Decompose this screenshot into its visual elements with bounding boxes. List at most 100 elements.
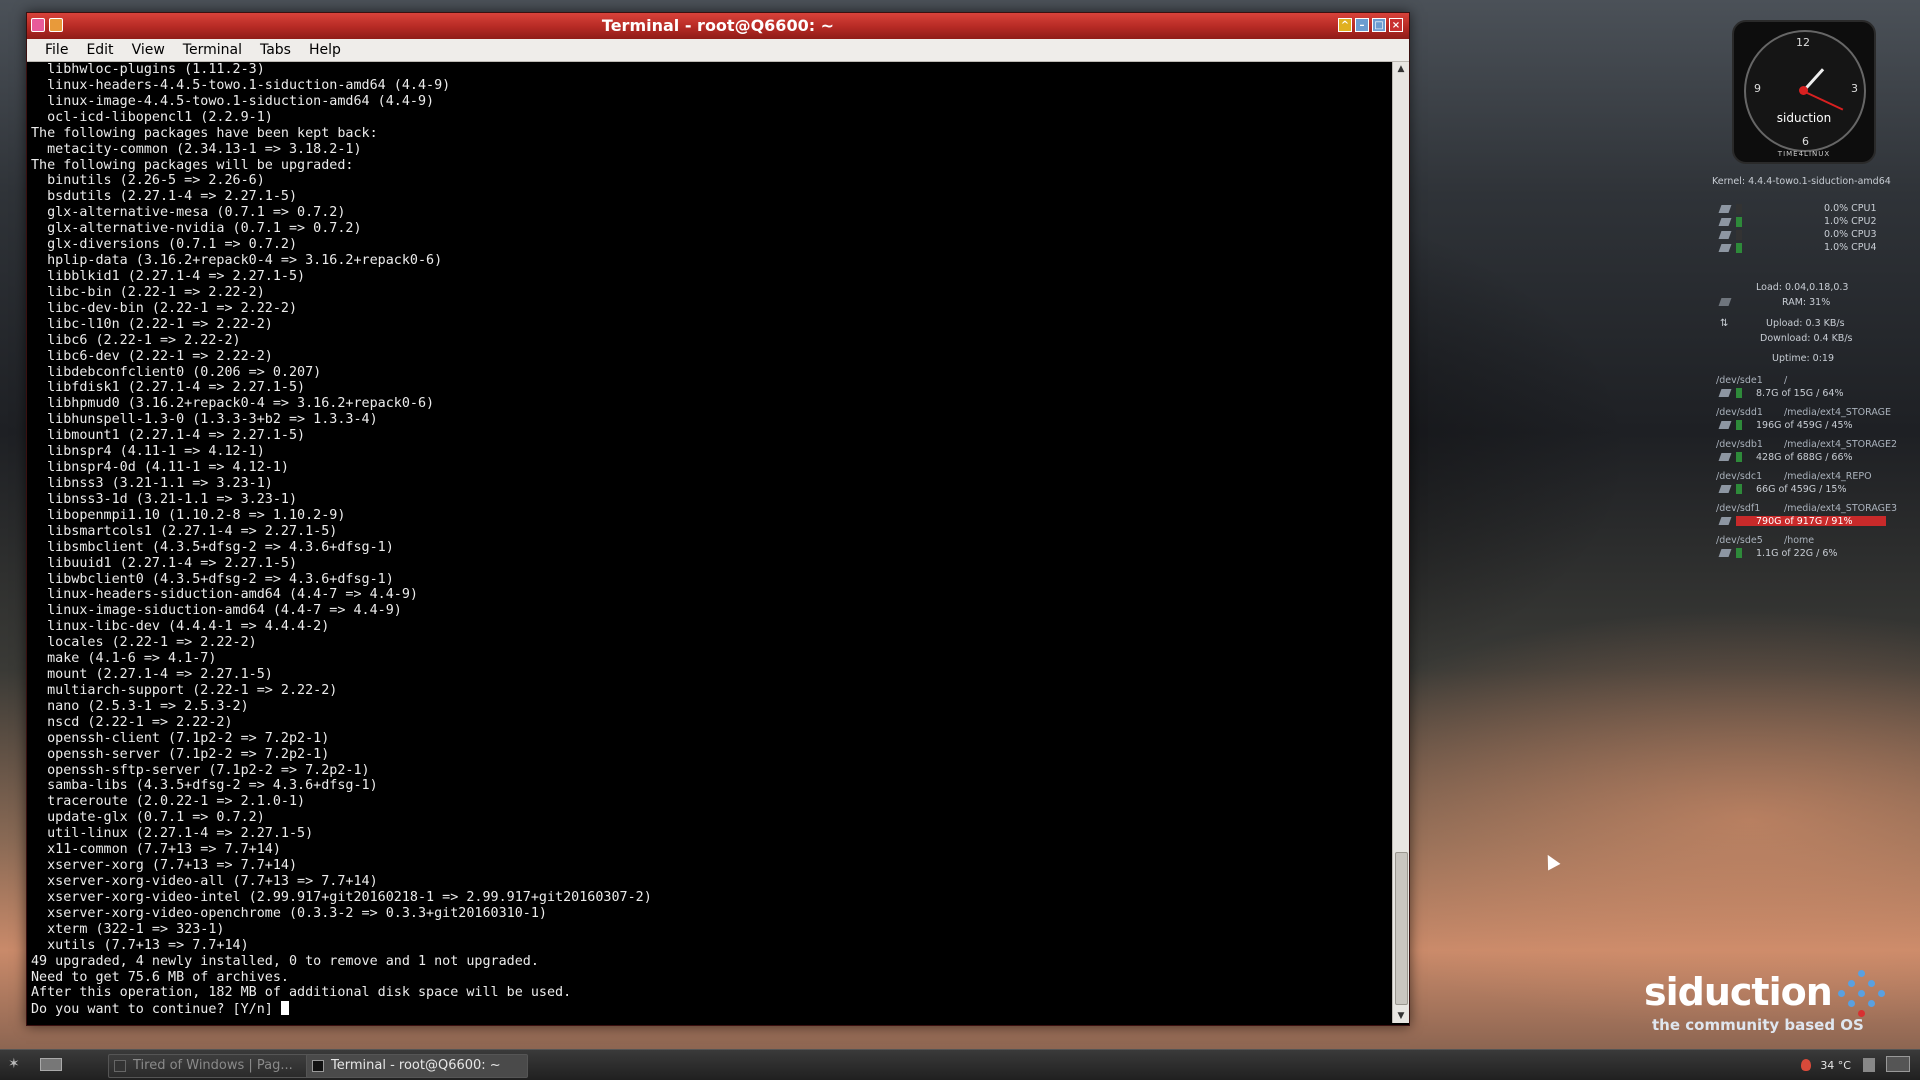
scrollbar-thumb[interactable] xyxy=(1395,852,1408,1005)
cpu-bar xyxy=(1736,230,1742,240)
clock-footer: TIME4LINUX xyxy=(1777,150,1831,158)
terminal-line: make (4.1-6 => 4.1-7) xyxy=(31,651,217,667)
cpu-bar xyxy=(1736,217,1742,227)
disk-bar-fill xyxy=(1736,548,1742,558)
cpu-label: 1.0% CPU4 xyxy=(1824,242,1877,253)
terminal-scrollbar[interactable]: ▲ ▼ xyxy=(1392,62,1409,1023)
window-title: Terminal - root@Q6600: ~ xyxy=(601,16,835,35)
terminal-prompt[interactable]: Do you want to continue? [Y/n] xyxy=(31,1001,1391,1017)
disk-device: /dev/sdf1 xyxy=(1716,503,1761,514)
terminal-line: xserver-xorg-video-intel (2.99.917+git20… xyxy=(31,889,652,905)
terminal-line: nscd (2.22-1 => 2.22-2) xyxy=(31,714,233,730)
terminal-line: libc-dev-bin (2.22-1 => 2.22-2) xyxy=(31,300,298,316)
terminal-line: metacity-common (2.34.13-1 => 3.18.2-1) xyxy=(31,141,362,157)
window-titlebar[interactable]: Terminal - root@Q6600: ~ ^ – □ × xyxy=(27,13,1409,39)
upload-rate: Upload: 0.3 KB/s xyxy=(1766,318,1845,329)
terminal-line: libc-l10n (2.22-1 => 2.22-2) xyxy=(31,316,273,332)
disk-icon xyxy=(1718,517,1732,525)
window-menu-icon[interactable] xyxy=(31,18,45,32)
show-desktop-icon[interactable] xyxy=(40,1058,62,1071)
terminal-line: traceroute (2.0.22-1 => 2.1.0-1) xyxy=(31,794,306,810)
maximize-button[interactable]: □ xyxy=(1372,18,1386,32)
disk-usage: 1.1G of 22G / 6% xyxy=(1756,548,1838,559)
terminal-line: libc-bin (2.22-1 => 2.22-2) xyxy=(31,284,265,300)
menu-view[interactable]: View xyxy=(124,39,173,61)
logo-name: siduction xyxy=(1644,970,1833,1014)
disk-bar-fill xyxy=(1736,452,1742,462)
logo-tagline: the community based OS xyxy=(1652,1016,1864,1034)
terminal-line: libsmartcols1 (2.27.1-4 => 2.27.1-5) xyxy=(31,523,338,539)
disk-icon xyxy=(1718,421,1732,429)
ram-icon xyxy=(1718,298,1732,306)
terminal-line: xterm (322-1 => 323-1) xyxy=(31,921,225,937)
terminal-line: xserver-xorg (7.7+13 => 7.7+14) xyxy=(31,858,298,874)
close-button[interactable]: × xyxy=(1389,18,1403,32)
terminal-line: openssh-server (7.1p2-2 => 7.2p2-1) xyxy=(31,746,330,762)
scroll-down-icon[interactable]: ▼ xyxy=(1393,1009,1409,1023)
cpu-label: 0.0% CPU3 xyxy=(1824,229,1877,240)
taskbar-task-browser[interactable]: Tired of Windows | Pag... xyxy=(108,1054,324,1078)
start-menu-icon[interactable]: ✶ xyxy=(8,1056,26,1072)
menu-tabs[interactable]: Tabs xyxy=(252,39,299,61)
terminal-line: binutils (2.26-5 => 2.26-6) xyxy=(31,173,265,189)
clock-number-12: 12 xyxy=(1796,36,1810,49)
cpu-icon xyxy=(1718,205,1732,213)
menu-edit[interactable]: Edit xyxy=(78,39,121,61)
terminal-line: libopenmpi1.10 (1.10.2-8 => 1.10.2-9) xyxy=(31,507,346,523)
menubar: File Edit View Terminal Tabs Help xyxy=(27,39,1409,62)
taskbar-task-terminal[interactable]: Terminal - root@Q6600: ~ xyxy=(306,1054,528,1078)
load-average: Load: 0.04,0.18,0.3 xyxy=(1756,282,1849,293)
minimize-button[interactable]: – xyxy=(1355,18,1369,32)
terminal-line: samba-libs (4.3.5+dfsg-2 => 4.3.6+dfsg-1… xyxy=(31,778,378,794)
clock-widget: 12 3 6 9 siduction TIME4LINUX xyxy=(1732,20,1876,164)
terminal-line: libnss3-1d (3.21-1.1 => 3.23-1) xyxy=(31,491,298,507)
terminal-line: openssh-sftp-server (7.1p2-2 => 7.2p2-1) xyxy=(31,762,370,778)
uptime: Uptime: 0:19 xyxy=(1772,353,1835,364)
clock-center-dot xyxy=(1799,86,1808,95)
terminal-line: libc6-dev (2.22-1 => 2.22-2) xyxy=(31,348,273,364)
terminal-line: libnss3 (3.21-1.1 => 3.23-1) xyxy=(31,475,273,491)
terminal-line: xserver-xorg-video-all (7.7+13 => 7.7+14… xyxy=(31,874,378,890)
terminal-line: linux-image-4.4.5-towo.1-siduction-amd64… xyxy=(31,93,435,109)
cpu-bar xyxy=(1736,204,1742,214)
shade-button[interactable]: ^ xyxy=(1338,18,1352,32)
menu-terminal[interactable]: Terminal xyxy=(175,39,250,61)
cpu-label: 0.0% CPU1 xyxy=(1824,203,1877,214)
terminal-line: xserver-xorg-video-openchrome (0.3.3-2 =… xyxy=(31,905,547,921)
disk-usage: 790G of 917G / 91% xyxy=(1756,516,1853,527)
disk-bar-fill xyxy=(1736,420,1742,430)
disk-icon xyxy=(1718,485,1732,493)
terminal-line: nano (2.5.3-1 => 2.5.3-2) xyxy=(31,698,249,714)
terminal-line: libnspr4-0d (4.11-1 => 4.12-1) xyxy=(31,460,289,476)
network-arrows-icon: ⇅ xyxy=(1720,318,1729,329)
scroll-up-icon[interactable]: ▲ xyxy=(1393,62,1409,76)
disk-device: /dev/sdc1 xyxy=(1716,471,1763,482)
menu-help[interactable]: Help xyxy=(301,39,349,61)
cpu-icon xyxy=(1718,218,1732,226)
taskbar: ✶ Tired of Windows | Pag... Terminal - r… xyxy=(0,1049,1920,1080)
clock-brand: siduction xyxy=(1776,111,1832,125)
terminal-line: locales (2.22-1 => 2.22-2) xyxy=(31,635,257,651)
terminal-line: linux-headers-siduction-amd64 (4.4-7 => … xyxy=(31,587,418,603)
volume-icon[interactable] xyxy=(1862,1058,1875,1072)
cpu-icon xyxy=(1718,231,1732,239)
terminal-line: libblkid1 (2.27.1-4 => 2.27.1-5) xyxy=(31,268,306,284)
terminal-window[interactable]: Terminal - root@Q6600: ~ ^ – □ × File Ed… xyxy=(26,12,1410,1026)
terminal-line: libuuid1 (2.27.1-4 => 2.27.1-5) xyxy=(31,555,298,571)
tray-app-icon[interactable] xyxy=(1886,1056,1910,1072)
disk-icon xyxy=(1718,453,1732,461)
terminal-line: After this operation, 182 MB of addition… xyxy=(31,985,572,1001)
terminal-line: glx-alternative-nvidia (0.7.1 => 0.7.2) xyxy=(31,221,362,237)
disk-mount: /media/ext4_STORAGE xyxy=(1784,407,1892,418)
terminal-line: libmount1 (2.27.1-4 => 2.27.1-5) xyxy=(31,428,306,444)
terminal-line: The following packages have been kept ba… xyxy=(31,125,378,141)
terminal-line: libhwloc-plugins (1.11.2-3) xyxy=(31,62,265,77)
menu-file[interactable]: File xyxy=(37,39,76,61)
terminal-output[interactable]: libhwloc-plugins (1.11.2-3) linux-header… xyxy=(29,62,1391,1023)
window-sticky-icon[interactable] xyxy=(49,18,63,32)
terminal-line: 49 upgraded, 4 newly installed, 0 to rem… xyxy=(31,953,539,969)
disk-mount: /media/ext4_REPO xyxy=(1784,471,1872,482)
system-tray: 34 °C xyxy=(1800,1056,1910,1072)
terminal-line: libdebconfclient0 (0.206 => 0.207) xyxy=(31,364,322,380)
clock-number-6: 6 xyxy=(1802,135,1809,148)
